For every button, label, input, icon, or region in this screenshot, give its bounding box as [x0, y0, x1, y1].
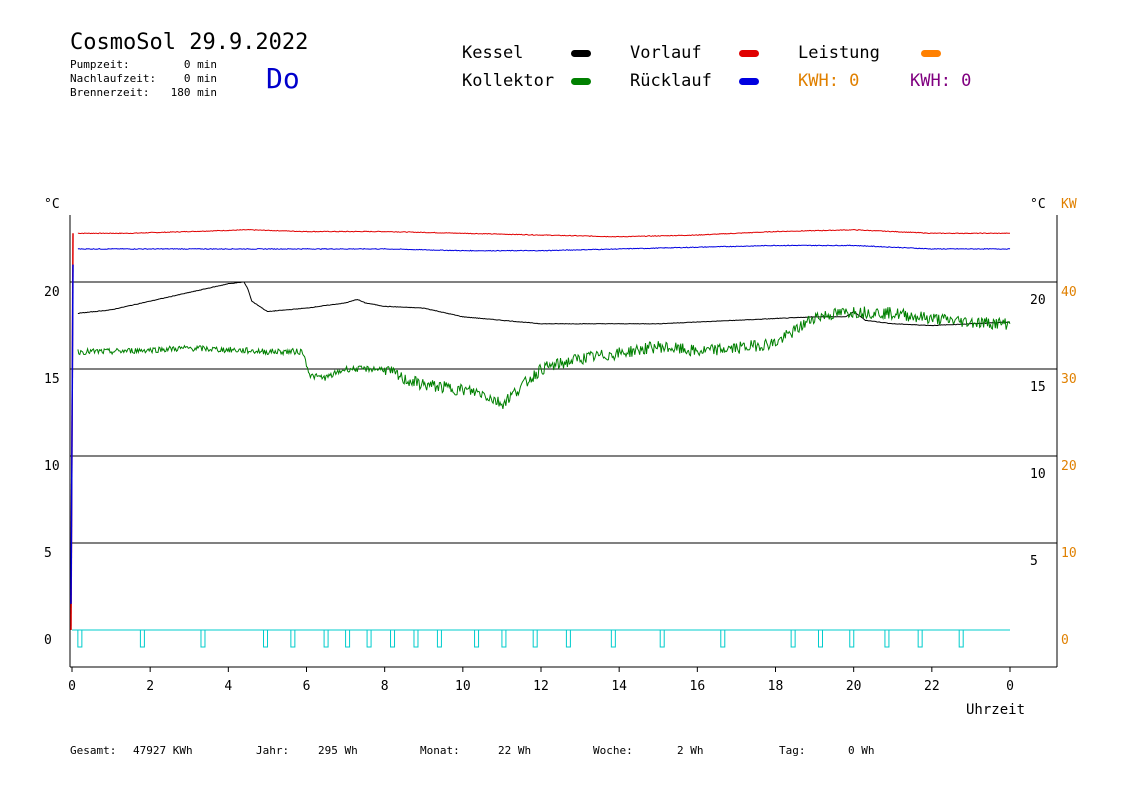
- x-tick-label: 0: [68, 679, 76, 694]
- pump-pulse: [884, 629, 890, 648]
- x-tick-label: 2: [146, 679, 154, 694]
- y-right-tick-label: 5: [1030, 554, 1038, 569]
- series-kollektor: [77, 306, 1011, 410]
- ruecklauf-startup: [70, 264, 74, 604]
- x-tick-label: 8: [381, 679, 389, 694]
- pump-pulse: [263, 629, 269, 648]
- y-left-tick-label: 0: [44, 633, 52, 648]
- kw-tick-label: 0: [1061, 633, 1069, 648]
- x-tick-label: 18: [768, 679, 784, 694]
- kw-tick-label: 20: [1061, 459, 1077, 474]
- pump-pulse: [200, 629, 206, 648]
- footer-jahr-value: 295 Wh: [318, 744, 358, 757]
- pump-pulse: [290, 629, 296, 648]
- footer-jahr-label: Jahr:: [256, 744, 290, 757]
- x-tick-label: 10: [455, 679, 471, 694]
- pump-pulse: [917, 629, 923, 648]
- footer-gesamt-label: Gesamt:: [70, 744, 117, 757]
- footer-gesamt-value: 47927 KWh: [133, 744, 193, 757]
- kw-tick-label: 40: [1061, 285, 1077, 300]
- x-tick-label: 16: [690, 679, 706, 694]
- pump-pulse: [345, 629, 351, 648]
- footer-monat-value: 22 Wh: [498, 744, 532, 757]
- footer-tag-label: Tag:: [779, 744, 806, 757]
- y-right-tick-label: 10: [1030, 467, 1046, 482]
- x-tick-label: 6: [303, 679, 311, 694]
- pump-pulse: [720, 629, 726, 648]
- pump-pulse: [323, 629, 329, 648]
- pump-pulse: [501, 629, 507, 648]
- series-kessel: [77, 281, 1011, 327]
- pump-pulse: [610, 629, 616, 648]
- pump-pulse: [790, 629, 796, 648]
- pump-pulse: [413, 629, 419, 648]
- x-tick-label: 20: [846, 679, 862, 694]
- pump-pulse: [77, 629, 83, 648]
- footer-monat-label: Monat:: [420, 744, 460, 757]
- pump-pulse: [474, 629, 480, 648]
- pump-pulse: [436, 629, 442, 648]
- y-left-tick-label: 10: [44, 459, 60, 474]
- right-axis-unit: °C: [1030, 197, 1046, 212]
- kw-tick-label: 30: [1061, 372, 1077, 387]
- pump-pulse: [366, 629, 372, 648]
- pump-pulse: [532, 629, 538, 648]
- x-tick-label: 12: [533, 679, 549, 694]
- y-left-tick-label: 20: [44, 285, 60, 300]
- temperature-chart: °C °C KW Uhrzeit 05101520510152001020304…: [44, 197, 1077, 718]
- x-tick-label: 22: [924, 679, 940, 694]
- pump-pulse: [390, 629, 396, 648]
- y-right-tick-label: 15: [1030, 380, 1046, 395]
- pump-pulse: [849, 629, 855, 648]
- x-axis-label: Uhrzeit: [966, 702, 1025, 718]
- y-left-tick-label: 15: [44, 372, 60, 387]
- pump-pulse: [958, 629, 964, 648]
- pump-pulse: [659, 629, 665, 648]
- x-tick-label: 0: [1006, 679, 1014, 694]
- pump-pulse: [565, 629, 571, 648]
- pump-pulse: [139, 629, 145, 648]
- pump-pulse: [817, 629, 823, 648]
- footer-woche-value: 2 Wh: [677, 744, 704, 757]
- y-right-tick-label: 20: [1030, 293, 1046, 308]
- x-tick-label: 4: [224, 679, 232, 694]
- kw-axis-unit: KW: [1061, 197, 1077, 212]
- x-tick-label: 14: [611, 679, 627, 694]
- y-left-tick-label: 5: [44, 546, 52, 561]
- series-vorlauf: [77, 228, 1010, 238]
- footer-woche-label: Woche:: [593, 744, 633, 757]
- series-ruecklauf: [77, 244, 1011, 252]
- footer-tag-value: 0 Wh: [848, 744, 875, 757]
- left-axis-unit: °C: [44, 197, 60, 212]
- kw-tick-label: 10: [1061, 546, 1077, 561]
